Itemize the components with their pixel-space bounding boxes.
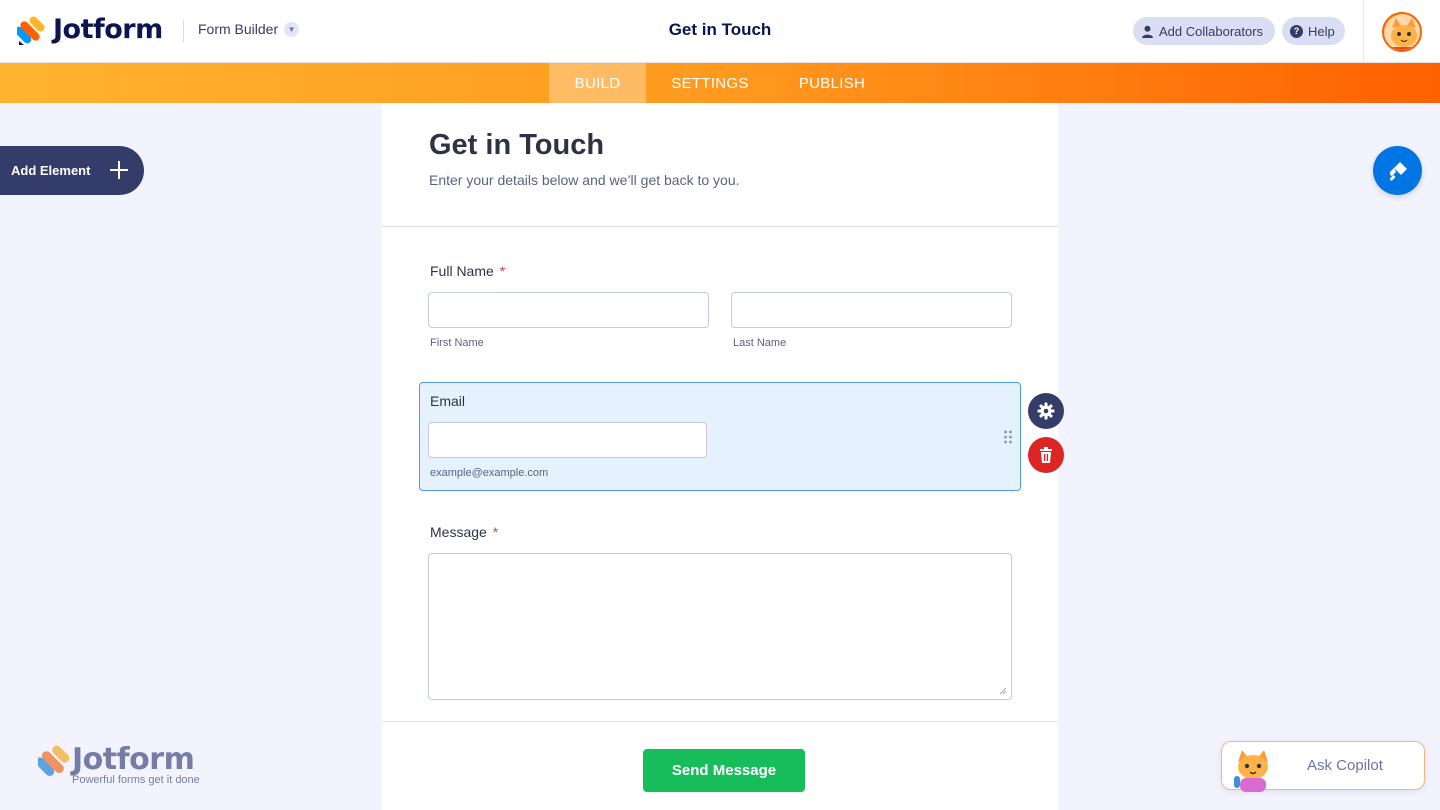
add-collaborators-label: Add Collaborators — [1159, 23, 1264, 39]
field-settings-button[interactable] — [1028, 393, 1064, 429]
help-label: Help — [1308, 23, 1335, 39]
form-header-block[interactable]: Get in Touch Enter your details below an… — [382, 103, 1058, 227]
avatar[interactable] — [1382, 12, 1422, 52]
gear-icon — [1037, 402, 1055, 420]
form-subheading[interactable]: Enter your details below and we’ll get b… — [429, 172, 740, 188]
send-message-button[interactable]: Send Message — [643, 749, 805, 792]
form-builder-dropdown[interactable]: Form Builder ▼ — [198, 21, 300, 37]
tab-settings[interactable]: SETTINGS — [660, 63, 760, 103]
top-header: Jotform Form Builder ▼ Get in Touch Add … — [0, 0, 1440, 63]
form-heading[interactable]: Get in Touch — [429, 129, 604, 162]
user-icon — [1142, 25, 1153, 38]
add-element-button[interactable]: Add Element — [0, 146, 144, 195]
drag-handle-icon[interactable] — [1003, 430, 1013, 444]
email-sublabel: example@example.com — [430, 467, 549, 479]
jotform-logo[interactable]: Jotform — [17, 14, 163, 45]
form-canvas: Get in Touch Enter your details below an… — [382, 103, 1058, 810]
plus-icon — [110, 161, 128, 179]
message-textarea[interactable] — [428, 553, 1012, 700]
last-name-sublabel: Last Name — [733, 337, 787, 349]
first-name-sublabel: First Name — [430, 337, 484, 349]
jotform-logo-icon — [38, 745, 70, 777]
watermark-brand: Jotform — [72, 742, 195, 777]
copilot-cat-icon — [1234, 750, 1268, 792]
trash-icon — [1040, 447, 1052, 463]
header-divider — [183, 20, 184, 42]
form-designer-button[interactable] — [1373, 146, 1422, 195]
email-field-block[interactable]: Email example@example.com — [419, 382, 1021, 491]
add-element-label: Add Element — [11, 163, 91, 178]
form-title-header[interactable]: Get in Touch — [520, 20, 920, 40]
add-collaborators-button[interactable]: Add Collaborators — [1133, 17, 1275, 45]
delete-field-button[interactable] — [1028, 437, 1064, 473]
brand-name: Jotform — [53, 14, 163, 45]
full-name-label-text: Full Name — [430, 263, 494, 279]
email-label[interactable]: Email — [430, 393, 465, 409]
message-label[interactable]: Message * — [430, 524, 498, 540]
required-asterisk: * — [499, 263, 506, 279]
builder-nav: BUILD SETTINGS PUBLISH — [0, 63, 1440, 103]
question-icon: ? — [1290, 24, 1303, 38]
form-builder-label: Form Builder — [198, 21, 279, 37]
required-asterisk: * — [492, 524, 499, 540]
message-label-text: Message — [430, 524, 487, 540]
header-separator — [1363, 0, 1364, 63]
cat-avatar-icon — [1384, 14, 1420, 50]
tab-build[interactable]: BUILD — [549, 63, 646, 103]
jotform-logo-icon — [17, 15, 45, 45]
resize-handle-icon[interactable] — [999, 687, 1007, 695]
full-name-label[interactable]: Full Name * — [430, 263, 505, 279]
last-name-input[interactable] — [731, 292, 1012, 328]
email-input[interactable] — [428, 422, 707, 458]
first-name-input[interactable] — [428, 292, 709, 328]
paint-roller-icon — [1389, 161, 1407, 181]
tab-publish[interactable]: PUBLISH — [785, 63, 879, 103]
watermark-tagline: Powerful forms get it done — [72, 774, 200, 786]
footer-divider — [382, 721, 1058, 722]
ask-copilot-label: Ask Copilot — [1307, 757, 1383, 774]
chevron-down-icon: ▼ — [284, 21, 300, 37]
help-button[interactable]: ? Help — [1282, 17, 1345, 45]
ask-copilot-button[interactable]: Ask Copilot — [1221, 741, 1425, 792]
